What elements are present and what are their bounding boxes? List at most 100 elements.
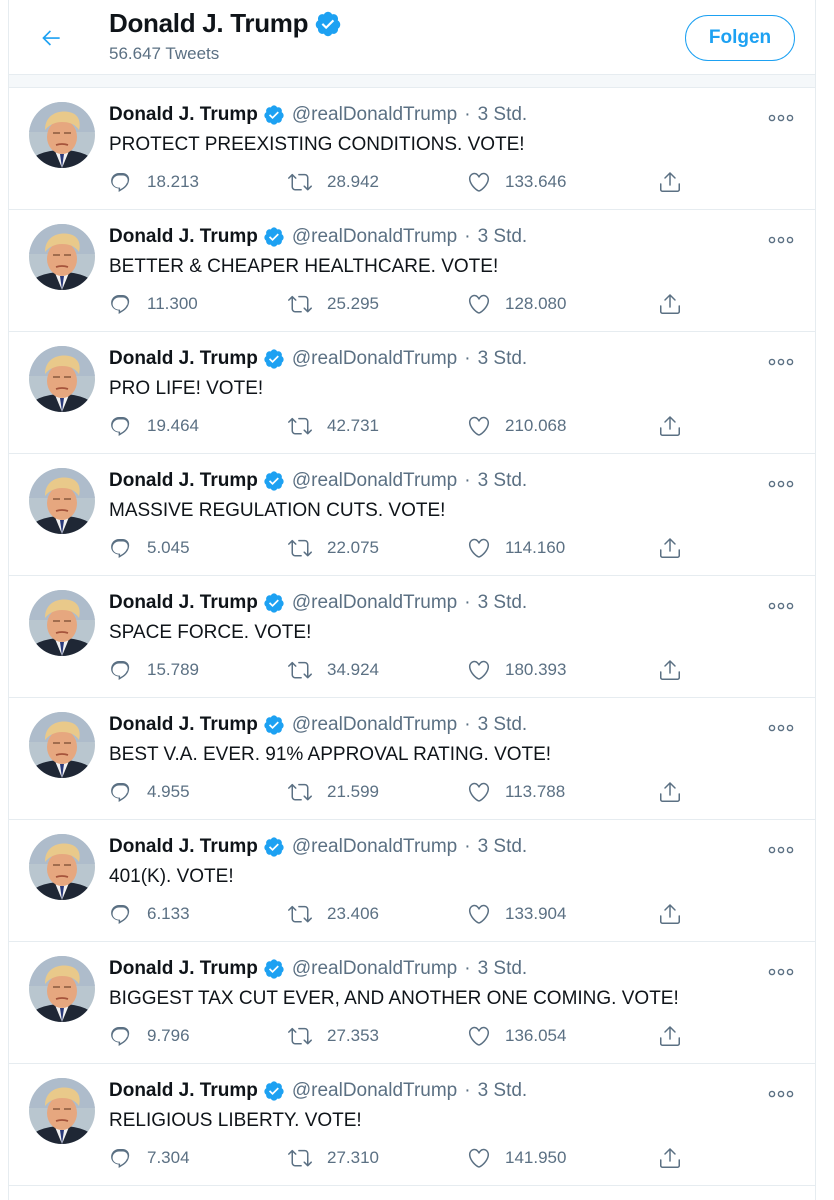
like-button[interactable]: 113.788 [467, 780, 565, 804]
tweet[interactable]: Donald J. Trump @realDonaldTrump · 3 Std… [9, 576, 815, 698]
share-button[interactable] [658, 536, 682, 560]
tweet[interactable]: Donald J. Trump @realDonaldTrump · 3 Std… [9, 210, 815, 332]
author-name[interactable]: Donald J. Trump [109, 836, 258, 858]
reply-button[interactable]: 5.045 [109, 536, 190, 560]
share-button[interactable] [658, 1146, 682, 1170]
tweet-timestamp[interactable]: 3 Std. [478, 348, 528, 370]
tweet-timestamp[interactable]: 3 Std. [478, 592, 528, 614]
author-handle[interactable]: @realDonaldTrump [292, 836, 457, 858]
more-options-icon[interactable] [767, 596, 795, 616]
tweet-timestamp[interactable]: 3 Std. [478, 226, 528, 248]
author-name[interactable]: Donald J. Trump [109, 226, 258, 248]
reply-button[interactable]: 11.300 [109, 292, 198, 316]
like-button[interactable]: 133.904 [467, 902, 566, 926]
tweet-actions: 9.796 27.353 136.054 [109, 1024, 709, 1054]
reply-button[interactable]: 9.796 [109, 1024, 190, 1048]
reply-button[interactable]: 19.464 [109, 414, 199, 438]
like-button[interactable]: 133.646 [467, 170, 566, 194]
reply-button[interactable]: 15.789 [109, 658, 199, 682]
share-button[interactable] [658, 292, 682, 316]
tweet[interactable]: Donald J. Trump @realDonaldTrump · 3 Std… [9, 820, 815, 942]
author-handle[interactable]: @realDonaldTrump [292, 958, 457, 980]
tweet[interactable]: Donald J. Trump @realDonaldTrump · 3 Std… [9, 698, 815, 820]
verified-badge-icon [263, 714, 285, 736]
author-handle[interactable]: @realDonaldTrump [292, 104, 457, 126]
tweet-timestamp[interactable]: 3 Std. [478, 714, 528, 736]
avatar[interactable] [29, 224, 95, 290]
tweet-header: Donald J. Trump @realDonaldTrump · 3 Std… [109, 470, 527, 492]
share-icon [660, 538, 680, 558]
author-name[interactable]: Donald J. Trump [109, 958, 258, 980]
retweet-button[interactable]: 42.731 [287, 414, 379, 438]
author-handle[interactable]: @realDonaldTrump [292, 714, 457, 736]
share-button[interactable] [658, 414, 682, 438]
like-button[interactable]: 114.160 [467, 536, 565, 560]
share-button[interactable] [658, 658, 682, 682]
retweet-button[interactable]: 22.075 [287, 536, 379, 560]
like-button[interactable]: 180.393 [467, 658, 566, 682]
author-name[interactable]: Donald J. Trump [109, 470, 258, 492]
retweet-button[interactable]: 34.924 [287, 658, 379, 682]
more-options-icon[interactable] [767, 718, 795, 738]
reply-button[interactable]: 6.133 [109, 902, 190, 926]
author-name[interactable]: Donald J. Trump [109, 1080, 258, 1102]
verified-badge-icon [263, 958, 285, 980]
avatar[interactable] [29, 712, 95, 778]
tweet-timestamp[interactable]: 3 Std. [478, 104, 528, 126]
avatar[interactable] [29, 834, 95, 900]
reply-button[interactable]: 4.955 [109, 780, 190, 804]
verified-badge-icon [263, 470, 285, 492]
tweet-timestamp[interactable]: 3 Std. [478, 1080, 528, 1102]
tweet[interactable]: Donald J. Trump @realDonaldTrump · 3 Std… [9, 88, 815, 210]
author-handle[interactable]: @realDonaldTrump [292, 1080, 457, 1102]
retweet-button[interactable]: 25.295 [287, 292, 379, 316]
share-button[interactable] [658, 902, 682, 926]
tweet[interactable]: Donald J. Trump @realDonaldTrump · 3 Std… [9, 332, 815, 454]
tweet-timestamp[interactable]: 3 Std. [478, 958, 528, 980]
tweet-timestamp[interactable]: 3 Std. [478, 836, 528, 858]
retweet-button[interactable]: 21.599 [287, 780, 379, 804]
like-button[interactable]: 141.950 [467, 1146, 566, 1170]
more-options-icon[interactable] [767, 108, 795, 128]
author-handle[interactable]: @realDonaldTrump [292, 592, 457, 614]
like-button[interactable]: 128.080 [467, 292, 566, 316]
follow-button[interactable]: Folgen [685, 15, 795, 61]
share-button[interactable] [658, 780, 682, 804]
retweet-button[interactable]: 27.310 [287, 1146, 379, 1170]
avatar[interactable] [29, 1078, 95, 1144]
more-options-icon[interactable] [767, 230, 795, 250]
avatar[interactable] [29, 102, 95, 168]
verified-badge-icon [263, 226, 285, 248]
tweet[interactable]: Donald J. Trump @realDonaldTrump · 3 Std… [9, 1064, 815, 1186]
more-options-icon[interactable] [767, 962, 795, 982]
tweet[interactable]: Donald J. Trump @realDonaldTrump · 3 Std… [9, 942, 815, 1064]
tweet[interactable]: Donald J. Trump @realDonaldTrump · 3 Std… [9, 454, 815, 576]
author-name[interactable]: Donald J. Trump [109, 104, 258, 126]
author-handle[interactable]: @realDonaldTrump [292, 348, 457, 370]
retweet-button[interactable]: 23.406 [287, 902, 379, 926]
more-options-icon[interactable] [767, 474, 795, 494]
author-name[interactable]: Donald J. Trump [109, 348, 258, 370]
share-button[interactable] [658, 170, 682, 194]
like-button[interactable]: 210.068 [467, 414, 566, 438]
more-options-icon[interactable] [767, 1084, 795, 1104]
reply-button[interactable]: 18.213 [109, 170, 199, 194]
avatar[interactable] [29, 468, 95, 534]
tweet-timestamp[interactable]: 3 Std. [478, 470, 528, 492]
back-button[interactable] [33, 20, 69, 56]
share-button[interactable] [658, 1024, 682, 1048]
author-name[interactable]: Donald J. Trump [109, 592, 258, 614]
author-name[interactable]: Donald J. Trump [109, 714, 258, 736]
avatar[interactable] [29, 956, 95, 1022]
more-options-icon[interactable] [767, 352, 795, 372]
retweet-button[interactable]: 28.942 [287, 170, 379, 194]
avatar[interactable] [29, 590, 95, 656]
avatar[interactable] [29, 346, 95, 412]
author-handle[interactable]: @realDonaldTrump [292, 226, 457, 248]
separator-dot: · [464, 348, 471, 369]
retweet-button[interactable]: 27.353 [287, 1024, 379, 1048]
author-handle[interactable]: @realDonaldTrump [292, 470, 457, 492]
more-options-icon[interactable] [767, 840, 795, 860]
reply-button[interactable]: 7.304 [109, 1146, 190, 1170]
like-button[interactable]: 136.054 [467, 1024, 566, 1048]
